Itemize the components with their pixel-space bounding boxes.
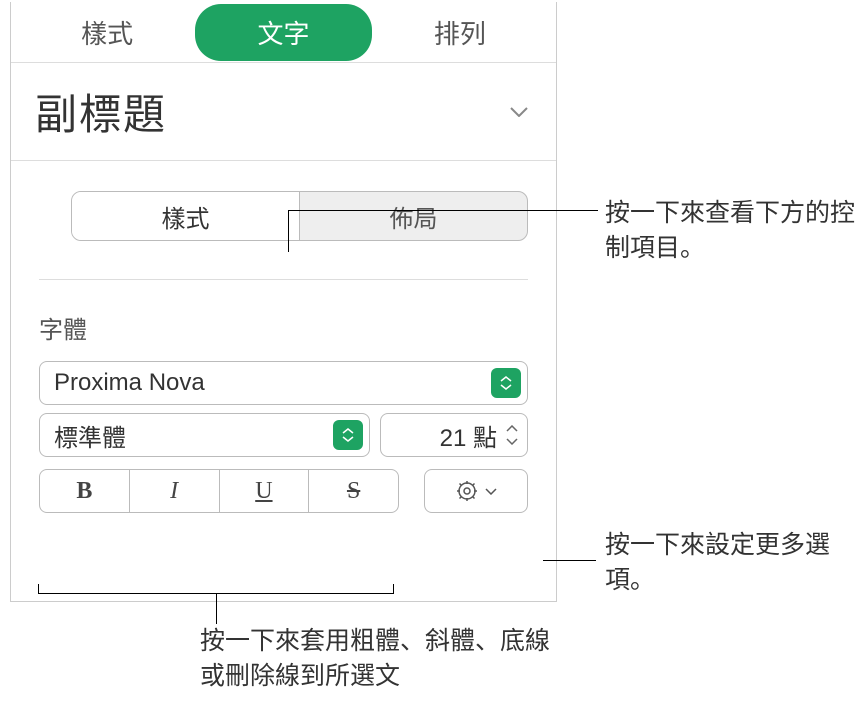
advanced-options-button[interactable] bbox=[424, 469, 528, 513]
strikethrough-button[interactable]: S bbox=[309, 470, 398, 512]
paragraph-style-dropdown[interactable]: 副標題 bbox=[11, 63, 556, 161]
callout-line bbox=[288, 210, 289, 252]
subtab-layout[interactable]: 佈局 bbox=[300, 192, 527, 240]
subtab-segmented: 樣式 佈局 bbox=[71, 191, 528, 241]
callout-line bbox=[288, 210, 598, 211]
font-size-value: 21 點 bbox=[391, 418, 503, 453]
paragraph-style-label: 副標題 bbox=[35, 81, 167, 142]
font-size-input[interactable]: 21 點 bbox=[380, 413, 528, 457]
format-panel: 樣式 文字 排列 副標題 樣式 佈局 字體 Proxima Nova 標準體 bbox=[10, 2, 557, 602]
stepper-up[interactable] bbox=[503, 423, 521, 435]
italic-button[interactable]: I bbox=[130, 470, 220, 512]
text-format-buttons: B I U S bbox=[39, 469, 399, 513]
callout-layout-hint: 按一下來查看下方的控制項目。 bbox=[605, 196, 855, 266]
subtab-style[interactable]: 樣式 bbox=[72, 192, 300, 240]
font-size-stepper bbox=[503, 423, 521, 448]
tab-text[interactable]: 文字 bbox=[195, 4, 371, 61]
dropdown-toggle-icon bbox=[491, 368, 521, 398]
stepper-down[interactable] bbox=[503, 436, 521, 448]
bold-button[interactable]: B bbox=[40, 470, 130, 512]
tab-arrange[interactable]: 排列 bbox=[372, 4, 548, 61]
chevron-down-icon bbox=[510, 107, 528, 117]
font-weight-label: 標準體 bbox=[54, 418, 126, 453]
font-section-label: 字體 bbox=[39, 310, 528, 345]
callout-line bbox=[543, 560, 596, 561]
chevron-down-icon bbox=[485, 488, 497, 495]
font-family-select[interactable]: Proxima Nova bbox=[39, 361, 528, 405]
top-tabs: 樣式 文字 排列 bbox=[11, 2, 556, 62]
font-section: 字體 Proxima Nova 標準體 21 點 bbox=[11, 280, 556, 513]
callout-gear-hint: 按一下來設定更多選項。 bbox=[605, 528, 835, 598]
callout-bracket bbox=[38, 584, 394, 594]
tab-style[interactable]: 樣式 bbox=[19, 4, 195, 61]
underline-button[interactable]: U bbox=[220, 470, 310, 512]
font-family-name: Proxima Nova bbox=[54, 369, 205, 397]
callout-format-hint: 按一下來套用粗體、斜體、底線或刪除線到所選文 bbox=[200, 624, 570, 694]
gear-icon bbox=[455, 479, 479, 503]
callout-line bbox=[216, 594, 217, 624]
dropdown-toggle-icon bbox=[333, 420, 363, 450]
font-weight-select[interactable]: 標準體 bbox=[39, 413, 370, 457]
